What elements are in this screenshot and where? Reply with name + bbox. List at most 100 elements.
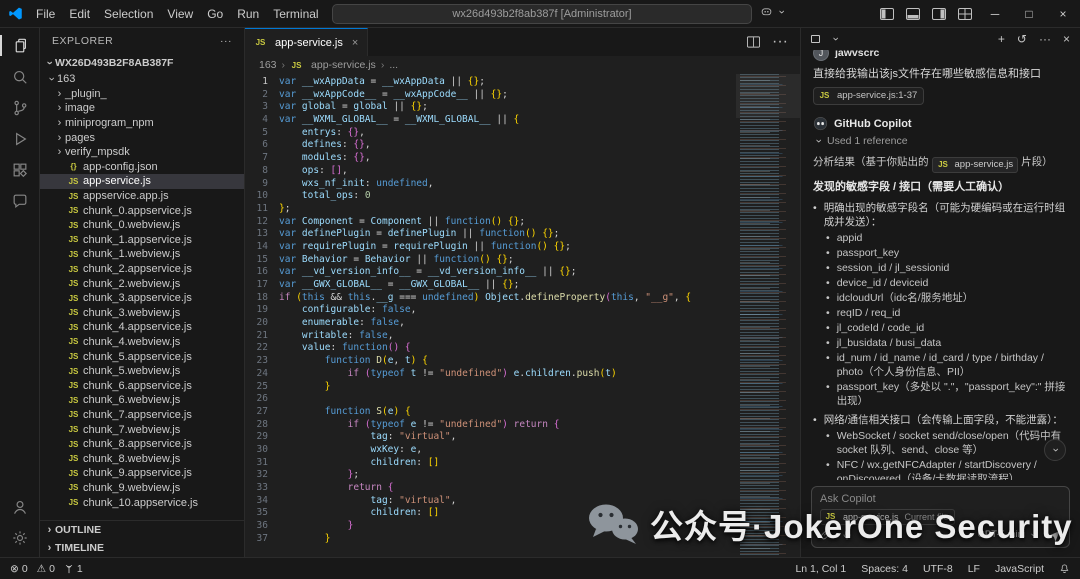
tree-folder-163[interactable]: ›163 xyxy=(40,72,244,87)
menu-item-file[interactable]: File xyxy=(29,4,62,24)
copilot-titlebar-button[interactable]: › xyxy=(760,5,787,18)
toggle-sidebar-icon[interactable] xyxy=(874,0,900,28)
minimize-button[interactable]: ─ xyxy=(978,0,1012,28)
chevron-down-icon[interactable]: › xyxy=(829,34,843,45)
tree-file-chunk_0.appservice.js[interactable]: JSchunk_0.appservice.js xyxy=(40,203,244,218)
minimap-slider[interactable] xyxy=(736,74,800,118)
code-editor[interactable]: 1var __wxAppData = __wxAppData || {};2va… xyxy=(245,74,800,557)
encoding[interactable]: UTF-8 xyxy=(923,563,953,575)
chat-more-actions-button[interactable]: ··· xyxy=(1039,32,1051,46)
problems-errors[interactable]: ⊗0 xyxy=(10,563,28,575)
tab-app-service[interactable]: JS app-service.js × xyxy=(245,28,368,56)
menu-item-view[interactable]: View xyxy=(160,4,200,24)
warning-icon: ⚠ xyxy=(37,563,46,575)
language-mode[interactable]: JavaScript xyxy=(995,563,1044,575)
tree-file-chunk_10.appservice.js[interactable]: JSchunk_10.appservice.js xyxy=(40,495,244,510)
tree-file-app-service.js[interactable]: JSapp-service.js xyxy=(40,174,244,189)
tree-file-chunk_5.appservice.js[interactable]: JSchunk_5.appservice.js xyxy=(40,349,244,364)
used-references-toggle[interactable]: › Used 1 reference xyxy=(813,134,1068,148)
tree-file-chunk_4.webview.js[interactable]: JSchunk_4.webview.js xyxy=(40,335,244,350)
attached-reference-chip[interactable]: JS app-service.js:1-37 xyxy=(813,87,924,105)
ports-indicator[interactable]: 1 xyxy=(64,563,83,575)
tree-file-chunk_2.appservice.js[interactable]: JSchunk_2.appservice.js xyxy=(40,262,244,277)
menu-item-run[interactable]: Run xyxy=(230,4,266,24)
tree-file-chunk_3.appservice.js[interactable]: JSchunk_3.appservice.js xyxy=(40,291,244,306)
tree-file-chunk_6.appservice.js[interactable]: JSchunk_6.appservice.js xyxy=(40,378,244,393)
code-line: 11}; xyxy=(245,203,730,216)
eol-sequence[interactable]: LF xyxy=(968,563,980,575)
problems-warnings[interactable]: ⚠0 xyxy=(37,563,55,575)
cursor-position[interactable]: Ln 1, Col 1 xyxy=(795,563,846,575)
scroll-to-bottom-button[interactable]: › xyxy=(1044,439,1066,461)
chat-layout-icon[interactable] xyxy=(811,35,820,43)
timeline-section[interactable]: › TIMELINE xyxy=(40,539,244,557)
tree-file-chunk_1.webview.js[interactable]: JSchunk_1.webview.js xyxy=(40,247,244,262)
chat-messages[interactable]: J jawvscrc 直接给我输出该js文件存在哪些敏感信息和接口 JS app… xyxy=(801,50,1080,480)
tree-file-chunk_2.webview.js[interactable]: JSchunk_2.webview.js xyxy=(40,276,244,291)
chat-close-button[interactable]: × xyxy=(1063,32,1070,46)
tree-file-chunk_9.appservice.js[interactable]: JSchunk_9.appservice.js xyxy=(40,466,244,481)
tree-folder-miniprogram_npm[interactable]: ›miniprogram_npm xyxy=(40,116,244,131)
line-number: 15 xyxy=(245,254,279,267)
js-file-icon: JS xyxy=(937,158,950,172)
tree-folder-pages[interactable]: ›pages xyxy=(40,130,244,145)
minimap[interactable] xyxy=(736,74,800,557)
model-selector[interactable]: GPT-5 mini › xyxy=(977,528,1039,542)
code-line: 10 total_ops: 0 xyxy=(245,190,730,203)
tree-file-chunk_4.appservice.js[interactable]: JSchunk_4.appservice.js xyxy=(40,320,244,335)
attach-context-icon[interactable] xyxy=(820,529,832,541)
microphone-icon[interactable] xyxy=(841,529,853,541)
source-control-icon[interactable] xyxy=(0,92,40,123)
finding-item-text: reqID / req_id xyxy=(837,306,901,320)
tree-file-chunk_7.webview.js[interactable]: JSchunk_7.webview.js xyxy=(40,422,244,437)
tree-file-chunk_8.appservice.js[interactable]: JSchunk_8.appservice.js xyxy=(40,437,244,452)
tree-file-chunk_5.webview.js[interactable]: JSchunk_5.webview.js xyxy=(40,364,244,379)
tree-file-chunk_6.webview.js[interactable]: JSchunk_6.webview.js xyxy=(40,393,244,408)
maximize-button[interactable]: □ xyxy=(1012,0,1046,28)
tree-file-chunk_7.appservice.js[interactable]: JSchunk_7.appservice.js xyxy=(40,408,244,423)
new-chat-button[interactable]: + xyxy=(998,32,1005,46)
tree-file-chunk_3.webview.js[interactable]: JSchunk_3.webview.js xyxy=(40,306,244,321)
tree-file-chunk_1.appservice.js[interactable]: JSchunk_1.appservice.js xyxy=(40,233,244,248)
chat-history-button[interactable]: ↺ xyxy=(1017,32,1027,46)
tree-folder-verify_mpsdk[interactable]: ›verify_mpsdk xyxy=(40,145,244,160)
menu-item-edit[interactable]: Edit xyxy=(62,4,97,24)
account-icon[interactable] xyxy=(0,491,40,522)
editor-more-actions-icon[interactable]: ··· xyxy=(772,33,788,51)
settings-gear-icon[interactable] xyxy=(0,522,40,553)
finding-item: •reqID / req_id xyxy=(826,306,1068,320)
close-button[interactable]: × xyxy=(1046,0,1080,28)
code-area[interactable]: 1var __wxAppData = __wxAppData || {};2va… xyxy=(245,76,730,557)
customize-layout-icon[interactable] xyxy=(952,0,978,28)
menu-item-selection[interactable]: Selection xyxy=(97,4,160,24)
extensions-icon[interactable] xyxy=(0,154,40,185)
workspace-section[interactable]: › WX26D493B2F8AB387F xyxy=(40,54,244,72)
outline-section[interactable]: › OUTLINE xyxy=(40,521,244,539)
breadcrumb[interactable]: 163 › JS app-service.js › ... xyxy=(245,56,800,74)
chat-input-box[interactable]: Ask Copilot JS app-service.js Current fi… xyxy=(811,486,1070,548)
explorer-more-actions-icon[interactable]: ··· xyxy=(220,35,232,47)
command-center-search[interactable]: wx26d493b2f8ab387f [Administrator] xyxy=(332,4,752,24)
send-button[interactable] xyxy=(1048,529,1061,542)
search-icon[interactable] xyxy=(0,61,40,92)
tree-file-app-config.json[interactable]: {}app-config.json xyxy=(40,160,244,175)
menu-item-terminal[interactable]: Terminal xyxy=(266,4,325,24)
tree-folder-image[interactable]: ›image xyxy=(40,101,244,116)
toggle-panel-icon[interactable] xyxy=(900,0,926,28)
tree-folder-_plugin_[interactable]: ›_plugin_ xyxy=(40,87,244,102)
indentation[interactable]: Spaces: 4 xyxy=(861,563,908,575)
split-editor-icon[interactable] xyxy=(747,36,760,48)
notifications-bell-icon[interactable] xyxy=(1059,563,1070,574)
tab-close-icon[interactable]: × xyxy=(352,37,358,49)
tree-file-chunk_8.webview.js[interactable]: JSchunk_8.webview.js xyxy=(40,451,244,466)
tree-file-chunk_9.webview.js[interactable]: JSchunk_9.webview.js xyxy=(40,481,244,496)
inline-file-chip[interactable]: JSapp-service.js xyxy=(932,157,1019,173)
tree-file-chunk_0.webview.js[interactable]: JSchunk_0.webview.js xyxy=(40,218,244,233)
toggle-secondary-sidebar-icon[interactable] xyxy=(926,0,952,28)
menu-item-go[interactable]: Go xyxy=(200,4,230,24)
current-file-context-chip[interactable]: JS app-service.js Current file xyxy=(820,509,955,525)
tree-file-appservice.app.js[interactable]: JSappservice.app.js xyxy=(40,189,244,204)
run-debug-icon[interactable] xyxy=(0,123,40,154)
copilot-chat-icon[interactable] xyxy=(0,185,40,216)
explorer-icon[interactable] xyxy=(0,30,40,61)
